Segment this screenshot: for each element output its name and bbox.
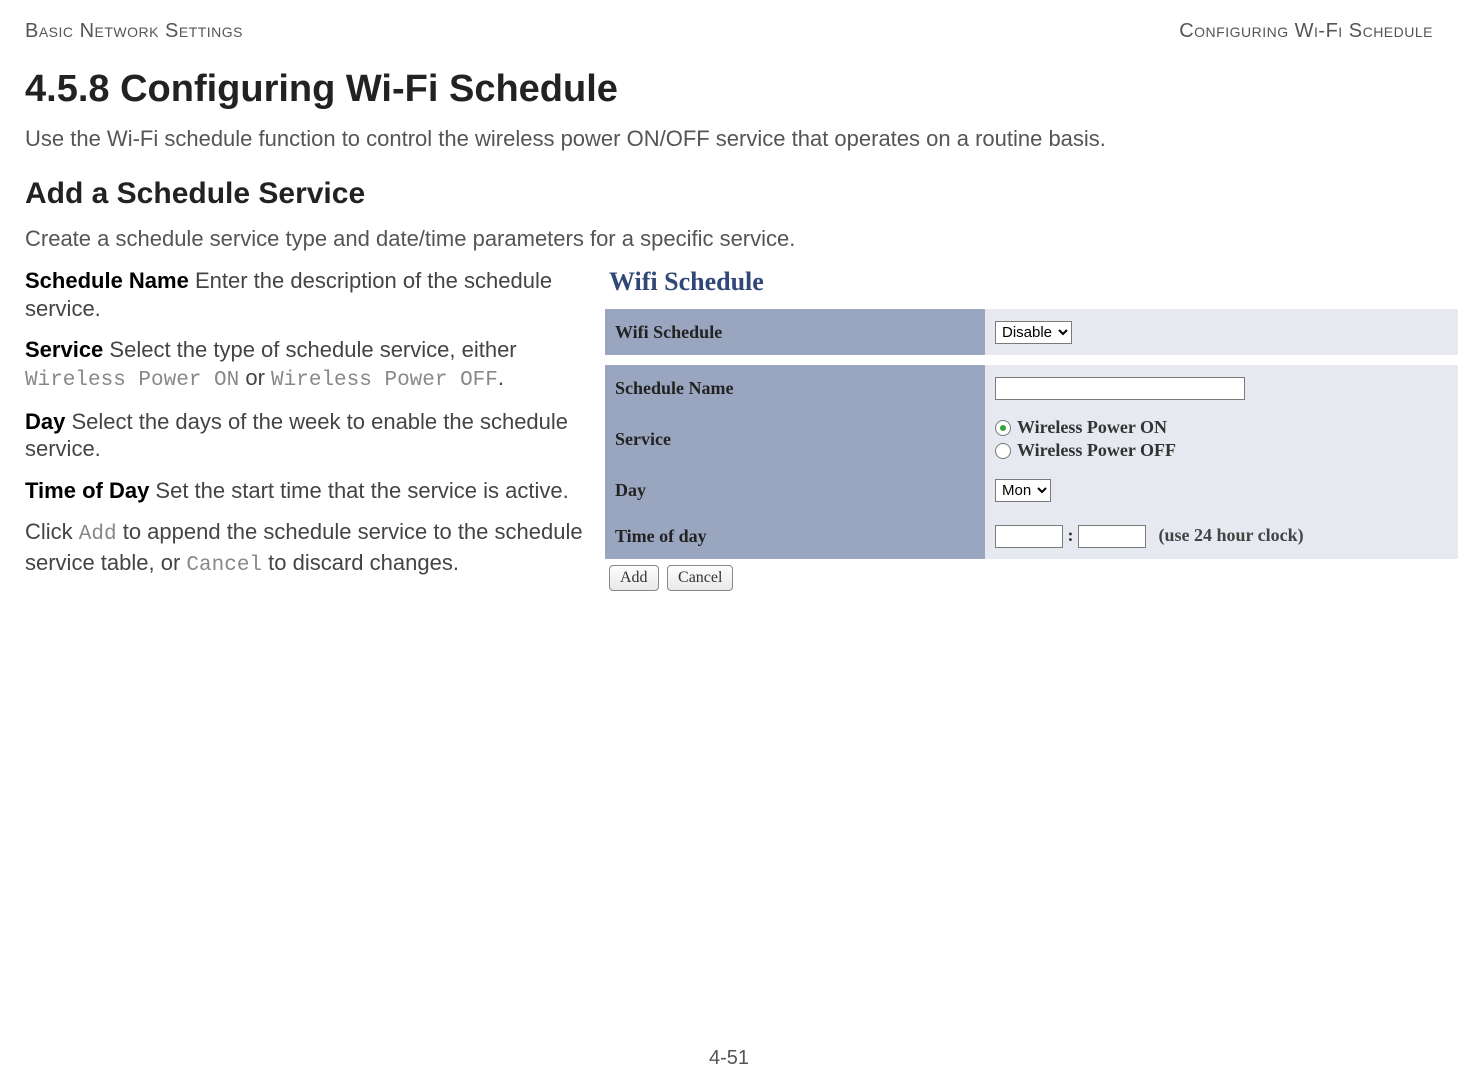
label-day: Day xyxy=(605,467,985,513)
desc-label: Day xyxy=(25,409,65,434)
subsection-intro: Create a schedule service type and date/… xyxy=(25,226,1433,252)
section-intro: Use the Wi-Fi schedule function to contr… xyxy=(25,126,1433,152)
header-right: Configuring Wi-Fi Schedule xyxy=(1179,20,1433,43)
header-left: Basic Network Settings xyxy=(25,20,243,43)
schedule-name-input[interactable] xyxy=(995,377,1245,400)
time-colon: : xyxy=(1068,525,1079,545)
panel-title: Wifi Schedule xyxy=(605,267,1458,297)
row-day: Day Mon xyxy=(605,467,1458,513)
radio-label-on: Wireless Power ON xyxy=(1017,417,1167,438)
desc-click: Click Add to append the schedule service… xyxy=(25,518,585,579)
day-select[interactable]: Mon xyxy=(995,479,1051,502)
label-wifi-schedule: Wifi Schedule xyxy=(605,309,985,355)
desc-code: Wireless Power ON xyxy=(25,369,239,392)
section-title: 4.5.8 Configuring Wi-Fi Schedule xyxy=(25,68,1433,111)
wifi-schedule-panel: Wifi Schedule Wifi Schedule Disable Sche… xyxy=(605,267,1458,591)
page-number: 4-51 xyxy=(0,1047,1458,1070)
subsection-title: Add a Schedule Service xyxy=(25,177,1433,211)
desc-text: or xyxy=(239,365,271,390)
desc-label: Schedule Name xyxy=(25,268,189,293)
desc-text: Click xyxy=(25,519,79,544)
desc-label: Time of Day xyxy=(25,478,149,503)
time-minute-input[interactable] xyxy=(1078,525,1146,548)
time-hour-input[interactable] xyxy=(995,525,1063,548)
desc-time: Time of Day Set the start time that the … xyxy=(25,477,585,505)
desc-code: Wireless Power OFF xyxy=(271,369,498,392)
cancel-button[interactable]: Cancel xyxy=(667,565,733,591)
desc-text: Set the start time that the service is a… xyxy=(149,478,568,503)
row-wifi-schedule: Wifi Schedule Disable xyxy=(605,309,1458,355)
desc-service: Service Select the type of schedule serv… xyxy=(25,336,585,394)
desc-text: to discard changes. xyxy=(262,550,459,575)
label-schedule-name: Schedule Name xyxy=(605,365,985,411)
desc-day: Day Select the days of the week to enabl… xyxy=(25,408,585,463)
wifi-schedule-select[interactable]: Disable xyxy=(995,321,1072,344)
desc-schedule-name: Schedule Name Enter the description of t… xyxy=(25,267,585,322)
row-time: Time of day : (use 24 hour clock) xyxy=(605,513,1458,559)
label-time: Time of day xyxy=(605,513,985,559)
desc-code: Cancel xyxy=(186,554,262,577)
radio-wireless-on[interactable] xyxy=(995,420,1011,436)
add-button[interactable]: Add xyxy=(609,565,659,591)
desc-label: Service xyxy=(25,337,103,362)
desc-text: Select the days of the week to enable th… xyxy=(25,409,568,462)
form-table: Wifi Schedule Disable Schedule Name Se xyxy=(605,309,1458,559)
field-descriptions: Schedule Name Enter the description of t… xyxy=(25,267,595,593)
desc-text: . xyxy=(498,365,504,390)
radio-wireless-off[interactable] xyxy=(995,443,1011,459)
row-service: Service Wireless Power ON Wireless Power… xyxy=(605,411,1458,467)
desc-code: Add xyxy=(79,523,117,546)
time-hint: (use 24 hour clock) xyxy=(1151,525,1304,545)
label-service: Service xyxy=(605,411,985,467)
radio-label-off: Wireless Power OFF xyxy=(1017,440,1176,461)
row-schedule-name: Schedule Name xyxy=(605,365,1458,411)
desc-text: Select the type of schedule service, eit… xyxy=(103,337,516,362)
